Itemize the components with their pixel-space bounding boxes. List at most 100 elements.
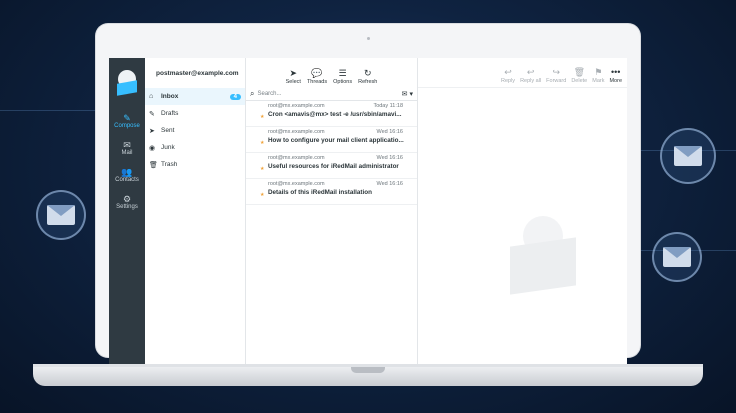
list-item[interactable]: root@mx.example.com Wed 16:16 ★ Useful re… — [246, 153, 417, 179]
reply-button[interactable]: ↩ Reply — [501, 67, 515, 84]
list-item[interactable]: root@mx.example.com Wed 16:16 ★ Details o… — [246, 179, 417, 205]
folder-sent[interactable]: ➤ Sent — [145, 122, 245, 139]
cursor-icon: ➤ — [289, 68, 298, 78]
nav-mail-label: Mail — [121, 150, 133, 156]
folder-label: Inbox — [161, 93, 179, 100]
message-date: Wed 16:16 — [376, 181, 403, 187]
nav-compose-label: Compose — [114, 123, 140, 129]
search-input[interactable]: Search... — [257, 91, 281, 97]
search-icon: ⌕ — [250, 89, 255, 98]
laptop-base — [33, 367, 703, 386]
message-subject: Useful resources for iRedMail administra… — [268, 163, 399, 170]
app-nav: ✎ Compose ✉ Mail 👥 Contacts ⚙ Settings — [109, 58, 145, 365]
search-options-icon[interactable]: ✉ ▾ — [402, 90, 413, 98]
folder-list: postmaster@example.com ⋮ ⌂ Inbox 4 ✎ Dra… — [145, 58, 252, 365]
contacts-icon: 👥 — [121, 167, 133, 177]
unread-count-badge: 4 — [229, 93, 241, 100]
message-date: Wed 16:16 — [376, 155, 403, 161]
nav-contacts[interactable]: 👥 Contacts — [109, 162, 145, 188]
message-from: root@mx.example.com — [268, 181, 325, 187]
folder-inbox[interactable]: ⌂ Inbox 4 — [145, 88, 245, 105]
nav-compose[interactable]: ✎ Compose — [109, 108, 145, 134]
more-label: More — [609, 78, 622, 84]
reply-all-button[interactable]: ↩ Reply all — [520, 67, 541, 84]
pencil-icon: ✎ — [149, 110, 155, 118]
more-icon: ••• — [611, 67, 621, 77]
options-icon: ☰ — [338, 68, 347, 78]
folder-drafts[interactable]: ✎ Drafts — [145, 105, 245, 122]
forward-icon: ↪ — [552, 67, 561, 77]
search-bar[interactable]: ⌕ Search... ✉ ▾ — [246, 88, 417, 101]
refresh-button[interactable]: ↻ Refresh — [358, 68, 377, 85]
more-button[interactable]: ••• More — [609, 67, 622, 84]
inbox-icon: ⌂ — [149, 93, 154, 100]
junk-icon: ◉ — [149, 144, 156, 152]
trash-icon: 🗑 — [573, 67, 585, 77]
forward-label: Forward — [546, 78, 567, 84]
mail-icon: ✉ — [123, 140, 131, 150]
message-subject: Details of this iRedMail installation — [268, 189, 372, 196]
roundcube-logo[interactable] — [109, 58, 145, 108]
nav-settings-label: Settings — [116, 204, 138, 210]
options-label: Options — [333, 79, 353, 85]
nav-contacts-label: Contacts — [115, 177, 139, 183]
threads-button[interactable]: 💬 Threads — [307, 68, 327, 85]
message-preview-pane: ↩ Reply ↩ Reply all ↪ Forward 🗑 Delete ⚑ — [418, 58, 627, 365]
folder-label: Drafts — [161, 110, 179, 117]
nav-settings[interactable]: ⚙ Settings — [109, 189, 145, 215]
compose-icon: ✎ — [123, 113, 131, 123]
envelope-bubble-icon — [660, 128, 716, 184]
message-subject: Cron <amavis@mx> test -e /usr/sbin/amavi… — [268, 111, 402, 118]
envelope-bubble-icon — [36, 190, 86, 240]
message-subject: How to configure your mail client applic… — [268, 137, 404, 144]
refresh-icon: ↻ — [363, 68, 372, 78]
delete-button[interactable]: 🗑 Delete — [571, 67, 587, 84]
list-toolbar: ➤ Select 💬 Threads ☰ Options ↻ Refresh — [246, 58, 417, 88]
gear-icon: ⚙ — [122, 194, 132, 204]
envelope-bubble-icon — [652, 232, 702, 282]
flag-icon[interactable]: ★ — [260, 192, 264, 198]
folder-label: Junk — [161, 144, 175, 151]
select-button[interactable]: ➤ Select — [286, 68, 301, 85]
account-header: postmaster@example.com ⋮ — [145, 58, 252, 88]
reply-all-icon: ↩ — [526, 67, 535, 77]
tag-icon: ⚑ — [594, 67, 603, 77]
message-date: Today 11:18 — [373, 103, 403, 109]
message-from: root@mx.example.com — [268, 103, 325, 109]
flag-icon[interactable]: ★ — [260, 140, 264, 146]
mark-button[interactable]: ⚑ Mark — [592, 67, 604, 84]
forward-button[interactable]: ↪ Forward — [546, 67, 566, 84]
folder-junk[interactable]: ◉ Junk — [145, 139, 245, 156]
account-email: postmaster@example.com — [156, 69, 239, 77]
preview-toolbar: ↩ Reply ↩ Reply all ↪ Forward 🗑 Delete ⚑ — [418, 58, 627, 88]
threads-icon: 💬 — [311, 68, 323, 78]
delete-label: Delete — [571, 78, 588, 84]
laptop-frame: ✎ Compose ✉ Mail 👥 Contacts ⚙ Settings p… — [96, 24, 640, 365]
send-icon: ➤ — [149, 127, 155, 135]
reply-icon: ↩ — [504, 67, 512, 77]
flag-icon[interactable]: ★ — [260, 166, 264, 172]
camera — [367, 37, 370, 40]
options-button[interactable]: ☰ Options — [333, 68, 352, 85]
message-date: Wed 16:16 — [376, 129, 403, 135]
list-item[interactable]: root@mx.example.com Wed 16:16 ★ How to co… — [246, 127, 417, 153]
threads-label: Threads — [306, 79, 328, 85]
message-from: root@mx.example.com — [268, 129, 325, 135]
background-line — [0, 110, 96, 111]
refresh-label: Refresh — [358, 79, 378, 85]
roundcube-watermark-logo — [510, 216, 576, 296]
list-item[interactable]: root@mx.example.com Today 11:18 ★ Cron <a… — [246, 101, 417, 127]
folder-label: Sent — [161, 127, 175, 134]
message-from: root@mx.example.com — [268, 155, 325, 161]
webmail-screen: ✎ Compose ✉ Mail 👥 Contacts ⚙ Settings p… — [109, 58, 627, 365]
mark-label: Mark — [592, 78, 605, 84]
nav-mail[interactable]: ✉ Mail — [109, 135, 145, 161]
trash-icon: 🗑 — [149, 161, 158, 169]
message-list-panel: ➤ Select 💬 Threads ☰ Options ↻ Refresh ⌕ — [246, 58, 418, 365]
flag-icon[interactable]: ★ — [260, 114, 264, 120]
reply-label: Reply — [501, 78, 516, 84]
folder-label: Trash — [161, 161, 178, 168]
reply-all-label: Reply all — [520, 78, 542, 84]
folder-trash[interactable]: 🗑 Trash — [145, 156, 245, 173]
select-label: Select — [285, 79, 301, 85]
